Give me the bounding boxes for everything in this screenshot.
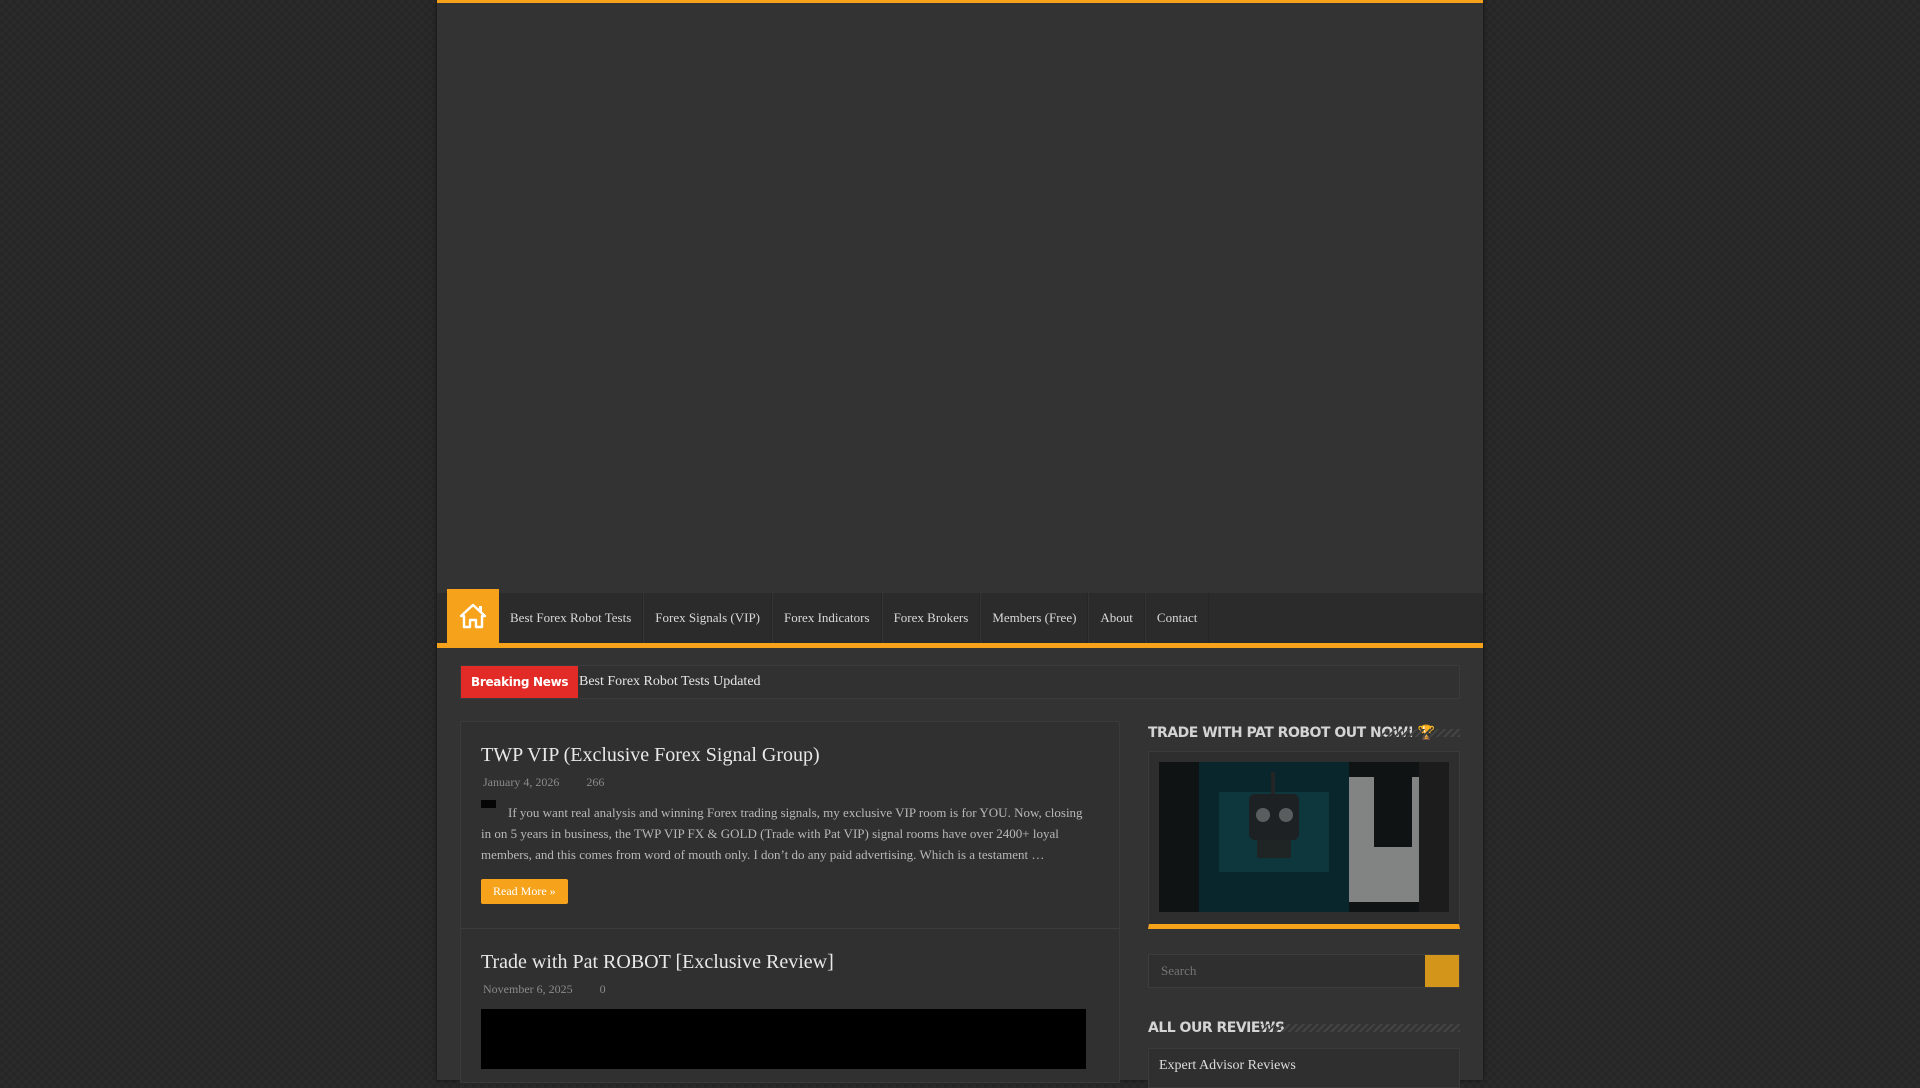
- page-wrapper: Best Forex Robot Tests Forex Signals (VI…: [437, 0, 1483, 1088]
- search-form: [1148, 954, 1460, 988]
- reviews-widget-title: All Our Reviews: [1148, 1016, 1460, 1040]
- search-input[interactable]: [1149, 955, 1425, 987]
- title-stripes: [1260, 1024, 1460, 1032]
- post-excerpt: If you want real analysis and winning Fo…: [481, 800, 1086, 865]
- post-video-thumbnail[interactable]: [481, 1009, 1086, 1069]
- post-excerpt-text: If you want real analysis and winning Fo…: [481, 805, 1083, 862]
- post-views: 0: [599, 982, 606, 996]
- robot-promo-box: [1148, 751, 1460, 929]
- home-icon: [459, 603, 487, 629]
- post-thumbnail[interactable]: [481, 800, 496, 808]
- home-button[interactable]: [447, 589, 499, 643]
- read-more-button[interactable]: Read More »: [481, 879, 568, 904]
- post-date: January 4, 2026: [483, 775, 560, 789]
- nav-item-forex-indicators[interactable]: Forex Indicators: [772, 593, 882, 643]
- title-stripes: [1380, 729, 1460, 737]
- post-title[interactable]: TWP VIP (Exclusive Forex Signal Group): [481, 744, 1099, 767]
- breaking-news-link[interactable]: Best Forex Robot Tests Updated: [579, 666, 761, 698]
- breaking-news-tag: Breaking News: [461, 666, 579, 698]
- nav-item-forex-brokers[interactable]: Forex Brokers: [881, 593, 981, 643]
- ad-area: [437, 3, 1483, 591]
- breaking-news-bar: Breaking News Best Forex Robot Tests Upd…: [460, 665, 1460, 699]
- nav-item-contact[interactable]: Contact: [1144, 593, 1210, 643]
- robot-promo-image[interactable]: [1159, 762, 1449, 912]
- robot-illustration: [1159, 762, 1449, 912]
- post-views: 266: [586, 775, 605, 789]
- post-item: Trade with Pat ROBOT [Exclusive Review] …: [461, 929, 1119, 1069]
- nav-item-best-forex-robot-tests[interactable]: Best Forex Robot Tests: [499, 593, 644, 643]
- search-button[interactable]: [1425, 955, 1459, 987]
- post-title[interactable]: Trade with Pat ROBOT [Exclusive Review]: [481, 951, 1099, 974]
- post-meta: January 4, 2026 266: [481, 775, 1099, 790]
- post-date: November 6, 2025: [483, 982, 573, 996]
- nav-menu: Best Forex Robot Tests Forex Signals (VI…: [499, 593, 1210, 643]
- nav-item-members[interactable]: Members (Free): [980, 593, 1089, 643]
- post-list: TWP VIP (Exclusive Forex Signal Group) J…: [460, 721, 1120, 1083]
- promo-widget-title: Trade with Pat ROBOT Out Now! 🏆: [1148, 721, 1460, 745]
- nav-item-about[interactable]: About: [1088, 593, 1145, 643]
- nav-item-forex-signals[interactable]: Forex Signals (VIP): [643, 593, 772, 643]
- review-category-item[interactable]: Expert Advisor Reviews: [1148, 1048, 1460, 1088]
- post-item: TWP VIP (Exclusive Forex Signal Group) J…: [461, 722, 1119, 929]
- sidebar: Trade with Pat ROBOT Out Now! 🏆: [1148, 721, 1460, 1088]
- main-nav: Best Forex Robot Tests Forex Signals (VI…: [437, 589, 1483, 648]
- post-meta: November 6, 2025 0: [481, 982, 1099, 997]
